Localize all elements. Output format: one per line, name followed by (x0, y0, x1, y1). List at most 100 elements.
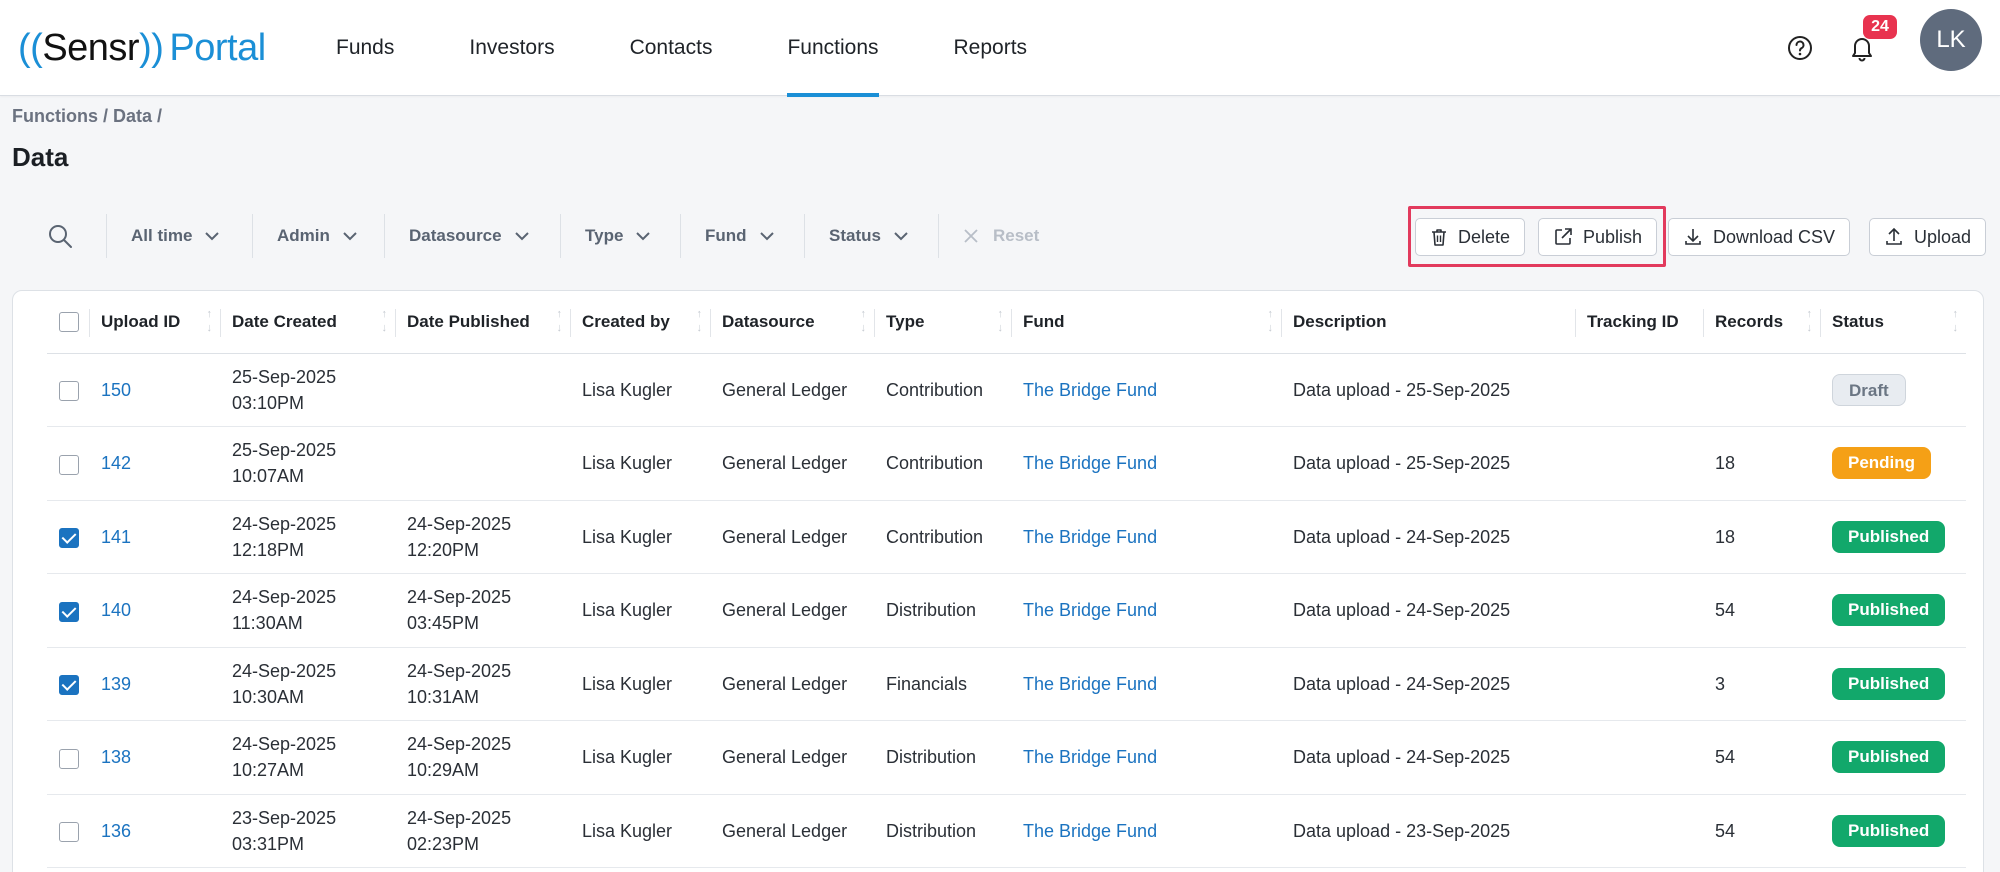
search-icon[interactable] (40, 216, 80, 256)
upload-id-link[interactable]: 138 (89, 720, 220, 795)
table-row[interactable]: 150 25-Sep-2025 03:10PM Lisa Kugler General … (47, 353, 1966, 427)
table-row[interactable]: 141 24-Sep-2025 12:18PM 24-Sep-2025 12:20PM L… (47, 500, 1966, 574)
table-row[interactable]: 140 24-Sep-2025 11:30AM 24-Sep-2025 03:45PM L… (47, 573, 1966, 648)
table-row[interactable]: 139 24-Sep-2025 10:30AM 24-Sep-2025 10:31AM L… (47, 647, 1966, 721)
nav-functions[interactable]: Functions (787, 0, 879, 97)
datasource-cell: General Ledger (710, 353, 874, 427)
date-published-date: 24-Sep-2025 (407, 734, 512, 755)
filter-datasource[interactable]: Datasource (384, 214, 530, 258)
col-datasource[interactable]: Datasource ↑ ↓ (710, 291, 874, 354)
table-row[interactable]: 138 24-Sep-2025 10:27AM 24-Sep-2025 10:29AM L… (47, 720, 1966, 795)
status-badge: Published (1832, 814, 1946, 847)
breadcrumb[interactable]: Functions / Data / (12, 106, 162, 127)
upload-label: Upload (1914, 226, 1972, 247)
sort-icon[interactable]: ↑ ↓ (207, 307, 213, 335)
upload-id-link[interactable]: 150 (89, 353, 220, 427)
filter-status-label: Status (829, 226, 881, 245)
sensr-portal-logo[interactable]: ((Sensr)) Portal (18, 18, 266, 78)
datasource-cell: General Ledger (710, 647, 874, 721)
sort-icon[interactable]: ↑ ↓ (697, 307, 703, 335)
status-badge: Published (1832, 667, 1946, 700)
date-published-cell: 24-Sep-2025 12:20PM (395, 500, 570, 574)
col-date-created-label: Date Created (232, 311, 337, 331)
fund-link[interactable]: The Bridge Fund (1011, 426, 1281, 501)
user-avatar[interactable]: LK (1920, 9, 1982, 71)
col-records-label: Records (1715, 311, 1784, 331)
col-records[interactable]: Records ↑ ↓ (1703, 291, 1820, 354)
row-checkbox[interactable] (59, 675, 79, 695)
col-fund-label: Fund (1023, 311, 1065, 331)
sort-icon[interactable]: ↑ ↓ (998, 307, 1004, 335)
chevron-down-icon (759, 232, 774, 241)
fund-link[interactable]: The Bridge Fund (1011, 647, 1281, 721)
filter-status[interactable]: Status (804, 214, 909, 258)
upload-id-link[interactable]: 139 (89, 647, 220, 721)
col-fund[interactable]: Fund ↑ ↓ (1011, 291, 1281, 354)
created-by-cell: Lisa Kugler (570, 794, 710, 868)
help-icon[interactable] (1776, 24, 1824, 72)
status-badge: Published (1832, 741, 1946, 774)
datasource-cell: General Ledger (710, 426, 874, 501)
publish-button[interactable]: Publish (1538, 218, 1658, 256)
row-checkbox[interactable] (59, 528, 79, 548)
fund-link[interactable]: The Bridge Fund (1011, 573, 1281, 648)
date-created-cell: 24-Sep-2025 12:18PM (220, 500, 395, 574)
fund-link[interactable]: The Bridge Fund (1011, 500, 1281, 574)
fund-link[interactable]: The Bridge Fund (1011, 353, 1281, 427)
select-all-checkbox[interactable] (59, 312, 79, 332)
row-checkbox[interactable] (59, 381, 79, 401)
upload-id-link[interactable]: 142 (89, 426, 220, 501)
sort-icon[interactable]: ↑ ↓ (382, 307, 388, 335)
col-description-label: Description (1293, 311, 1387, 331)
filter-type[interactable]: Type (560, 214, 651, 258)
upload-id-link[interactable]: 136 (89, 794, 220, 868)
date-published-cell: 24-Sep-2025 02:23PM (395, 794, 570, 868)
type-cell: Contribution (874, 426, 1011, 501)
row-checkbox[interactable] (59, 822, 79, 842)
upload-button[interactable]: Upload (1869, 218, 1987, 256)
nav-funds[interactable]: Funds (336, 0, 394, 96)
logo-wave-right: )) (139, 26, 164, 69)
nav-contacts[interactable]: Contacts (630, 0, 713, 96)
nav-reports[interactable]: Reports (954, 0, 1028, 96)
row-select-cell (47, 353, 89, 427)
reset-filters-button[interactable]: Reset (938, 214, 1039, 258)
fund-link[interactable]: The Bridge Fund (1011, 794, 1281, 868)
row-checkbox[interactable] (59, 454, 79, 475)
date-created-time: 03:31PM (232, 833, 305, 854)
date-created-date: 24-Sep-2025 (232, 660, 337, 681)
date-published-time: 10:29AM (407, 760, 480, 781)
col-date-created[interactable]: Date Created ↑ ↓ (220, 291, 395, 354)
fund-link[interactable]: The Bridge Fund (1011, 720, 1281, 795)
col-status[interactable]: Status ↑ ↓ (1820, 291, 1966, 354)
tracking-id-cell (1575, 500, 1703, 574)
sort-icon[interactable]: ↑ ↓ (861, 307, 867, 335)
top-navigation-bar: ((Sensr)) Portal Funds Investors Contacts… (0, 0, 2000, 97)
delete-button[interactable]: Delete (1415, 218, 1526, 256)
filter-admin[interactable]: Admin (252, 214, 358, 258)
col-upload-id[interactable]: Upload ID ↑ ↓ (89, 291, 220, 354)
upload-id-link[interactable]: 141 (89, 500, 220, 574)
upload-id-link[interactable]: 140 (89, 573, 220, 648)
sort-icon[interactable]: ↑ ↓ (1807, 307, 1813, 335)
col-date-published[interactable]: Date Published ↑ ↓ (395, 291, 570, 354)
records-cell: 54 (1703, 794, 1820, 868)
row-checkbox[interactable] (59, 601, 79, 622)
filter-fund[interactable]: Fund (680, 214, 775, 258)
table-row[interactable]: 136 23-Sep-2025 03:31PM 24-Sep-2025 02:23PM L… (47, 794, 1966, 868)
filter-time[interactable]: All time (106, 214, 220, 258)
download-icon (1685, 229, 1701, 245)
col-type[interactable]: Type ↑ ↓ (874, 291, 1011, 354)
col-created-by[interactable]: Created by ↑ ↓ (570, 291, 710, 354)
sort-icon[interactable]: ↑ ↓ (1268, 307, 1274, 335)
sort-icon[interactable]: ↑ ↓ (1953, 307, 1959, 335)
description-cell: Data upload - 24-Sep-2025 (1281, 573, 1575, 648)
nav-investors[interactable]: Investors (469, 0, 554, 96)
row-checkbox[interactable] (59, 748, 79, 769)
sort-icon[interactable]: ↑ ↓ (557, 307, 563, 335)
records-cell (1703, 353, 1820, 427)
date-created-time: 03:10PM (232, 392, 305, 413)
table-row[interactable]: 142 25-Sep-2025 10:07AM Lisa Kugler General … (47, 426, 1966, 501)
table-header-row: Upload ID ↑ ↓ Date Created ↑ ↓ Date Publishe… (47, 291, 1966, 354)
download-csv-button[interactable]: Download CSV (1668, 218, 1851, 256)
